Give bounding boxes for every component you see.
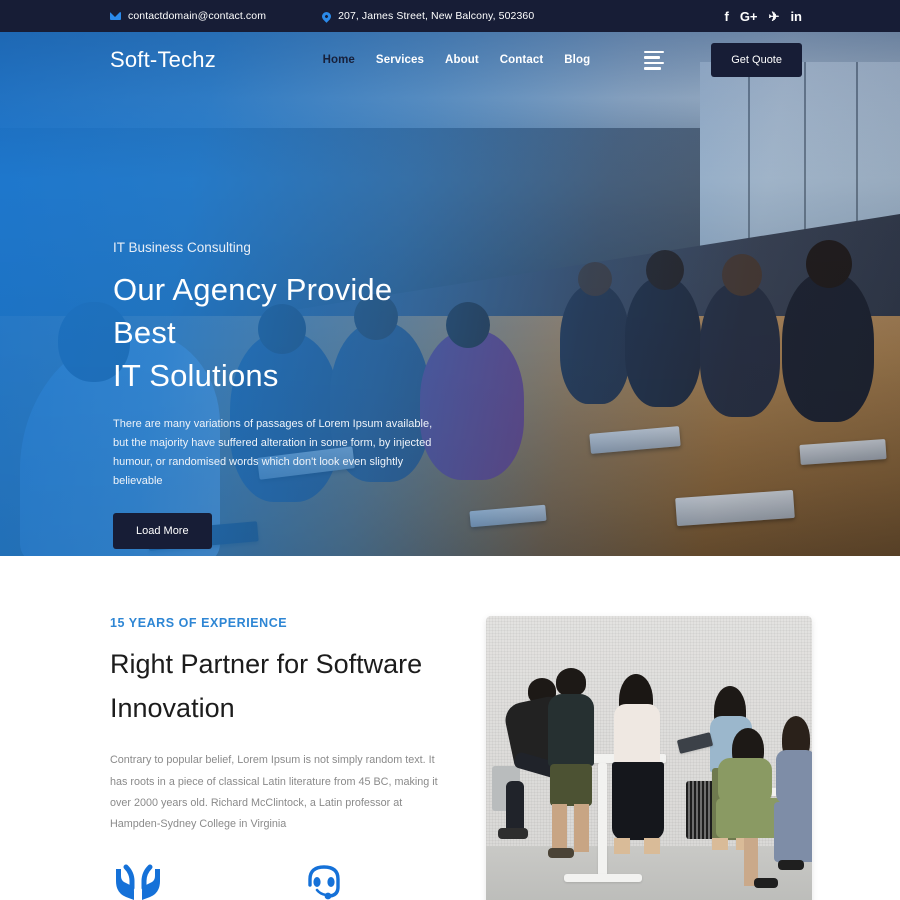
linkedin-icon[interactable]: in (790, 10, 802, 23)
hero-copy: IT Business Consulting Our Agency Provid… (113, 240, 453, 549)
hero-title-line-1: Our Agency Provide Best (113, 272, 393, 350)
about-text-column: 15 YEARS OF EXPERIENCE Right Partner for… (110, 616, 462, 900)
facebook-icon[interactable]: f (724, 10, 728, 23)
about-kicker: 15 YEARS OF EXPERIENCE (110, 616, 288, 630)
site-logo[interactable]: Soft-Techz (110, 47, 216, 73)
nav-item-contact[interactable]: Contact (500, 54, 544, 66)
hero-title-line-2: IT Solutions (113, 357, 279, 393)
feature-list: Experience Lorem Ipsum has been the indu… (110, 863, 462, 900)
nav-item-blog[interactable]: Blog (564, 54, 590, 66)
feature-item-quick-support: Quick Support Lorem Ipsum has been the i… (305, 863, 460, 900)
contact-address: 207, James Street, New Balcony, 502360 (320, 9, 535, 23)
nav-item-home[interactable]: Home (323, 54, 355, 66)
get-quote-button[interactable]: Get Quote (711, 43, 802, 77)
contact-address-text: 207, James Street, New Balcony, 502360 (338, 10, 535, 22)
feature-item-experience: Experience Lorem Ipsum has been the indu… (110, 863, 265, 900)
about-section: 15 YEARS OF EXPERIENCE Right Partner for… (0, 556, 900, 900)
location-pin-icon (320, 9, 333, 23)
twitter-icon[interactable]: ✈ (769, 10, 780, 23)
hamburger-menu-icon[interactable] (644, 50, 665, 70)
nav-item-services[interactable]: Services (376, 54, 424, 66)
load-more-button[interactable]: Load More (113, 512, 212, 549)
about-image (486, 616, 812, 900)
hero-paragraph: There are many variations of passages of… (113, 418, 433, 488)
hero-section: Soft-Techz Home Services About Contact B… (0, 32, 900, 556)
headset-support-icon (305, 863, 460, 900)
hero-eyebrow: IT Business Consulting (113, 240, 251, 255)
social-links: f G+ ✈ in (724, 10, 802, 23)
top-utility-bar: contactdomain@contact.com 207, James Str… (0, 0, 900, 32)
about-title: Right Partner for Software Innovation (110, 649, 423, 723)
main-navigation: Soft-Techz Home Services About Contact B… (0, 32, 900, 88)
hero-title: Our Agency Provide Best IT Solutions (113, 269, 453, 397)
googleplus-icon[interactable]: G+ (740, 10, 758, 23)
nav-links: Home Services About Contact Blog Get Quo… (323, 43, 900, 77)
helping-hands-icon (110, 863, 265, 900)
nav-item-about[interactable]: About (445, 54, 479, 66)
contact-email-text: contactdomain@contact.com (128, 10, 267, 22)
mail-icon (110, 12, 121, 20)
about-paragraph: Contrary to popular belief, Lorem Ipsum … (110, 754, 438, 830)
contact-email[interactable]: contactdomain@contact.com (110, 10, 266, 22)
